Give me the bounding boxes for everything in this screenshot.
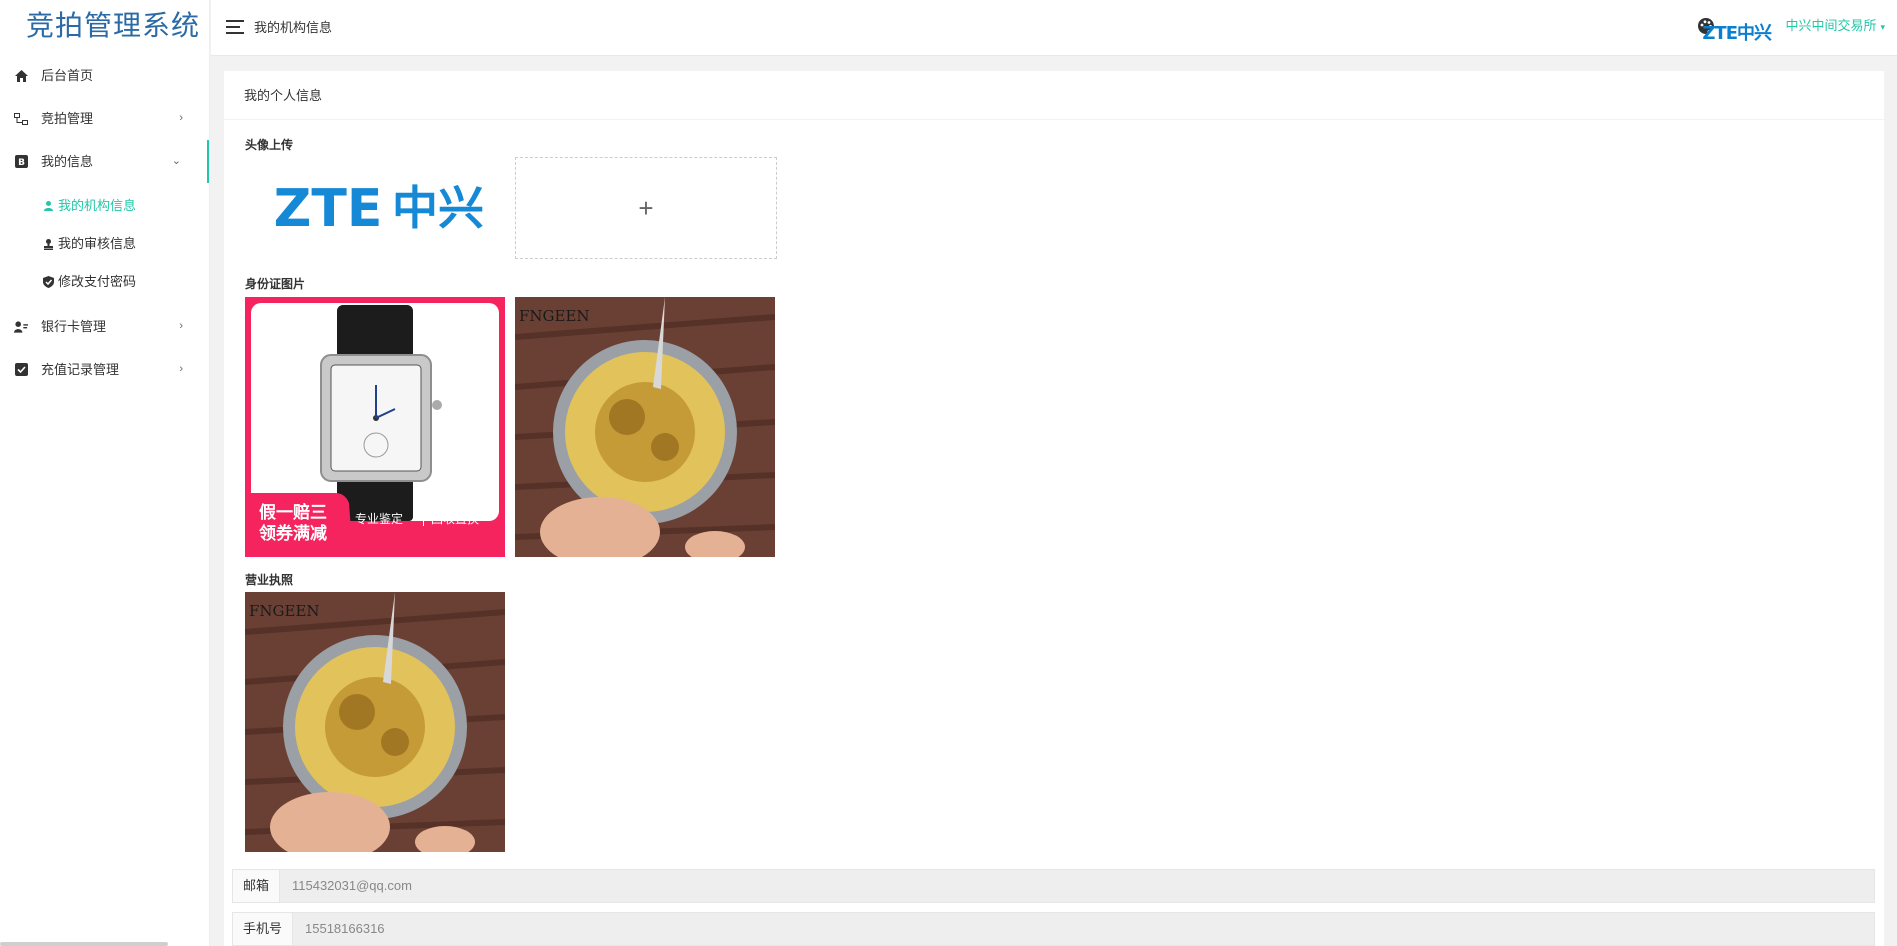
sidebar-subitem-label: 我的审核信息 <box>58 236 137 251</box>
check-square-icon <box>14 348 28 391</box>
breadcrumb: 我的机构信息 <box>254 20 333 35</box>
promo-tag-1: 专业鉴定 <box>355 511 403 526</box>
sidebar-item-label: 银行卡管理 <box>41 319 107 334</box>
user-icon <box>42 187 54 225</box>
id-card-image-front[interactable]: 假一赔三 领券满减 专业鉴定 回收置换 <box>245 297 505 557</box>
id-card-image-back[interactable]: FNGEEN <box>515 297 775 557</box>
user-menu[interactable]: 中兴中间交易所 ▾ <box>1785 0 1885 53</box>
avatar-logo-latin: ZTE <box>274 179 383 239</box>
sidebar-item-label: 我的信息 <box>41 154 94 169</box>
sidebar-item-my-info[interactable]: B 我的信息 ⌄ <box>0 140 209 183</box>
plus-icon: + <box>638 192 654 223</box>
caret-down-icon: ▾ <box>1880 22 1885 32</box>
email-field-group: 邮箱 <box>232 869 1875 903</box>
upload-avatar-button[interactable]: + <box>515 157 777 259</box>
top-header: 我的机构信息 ZTE中兴 中兴中间交易所 ▾ <box>211 0 1897 56</box>
chevron-right-icon: › <box>179 363 183 375</box>
app-title: 竞拍管理系统 <box>26 9 201 42</box>
chevron-right-icon: › <box>179 112 183 124</box>
sidebar-submenu: 我的机构信息 我的审核信息 修改支付密码 <box>0 183 209 301</box>
bold-b-icon: B <box>14 140 28 183</box>
phone-field-group: 手机号 <box>232 912 1875 946</box>
sidebar-item-label: 充值记录管理 <box>41 362 120 377</box>
menu-toggle-icon[interactable] <box>226 20 244 34</box>
promo-line-2: 领券满减 <box>259 523 327 544</box>
sidebar-item-bank-card[interactable]: 银行卡管理 › <box>0 305 209 348</box>
chevron-down-icon: ⌄ <box>171 155 181 167</box>
sidebar-item-auction[interactable]: 竞拍管理 › <box>0 97 209 140</box>
sidebar-subitem-review-info[interactable]: 我的审核信息 <box>0 225 209 263</box>
avatar-section-label: 头像上传 <box>245 138 294 152</box>
sidebar-item-label: 后台首页 <box>41 68 94 83</box>
svg-text:B: B <box>18 158 25 168</box>
license-section-label: 营业执照 <box>245 573 294 587</box>
avatar-image[interactable]: ZTE 中兴 <box>245 157 505 259</box>
email-label: 邮箱 <box>233 870 280 902</box>
user-name: 中兴中间交易所 <box>1785 18 1877 33</box>
user-card-icon <box>14 305 28 348</box>
watch-brand-text: FNGEEN <box>249 602 320 620</box>
avatar-logo-cjk: 中兴 <box>392 181 484 235</box>
sidebar-item-label: 竞拍管理 <box>41 111 94 126</box>
sidebar-item-dashboard[interactable]: 后台首页 <box>0 54 209 97</box>
promo-line-1: 假一赔三 <box>259 502 327 523</box>
sidebar-subitem-label: 我的机构信息 <box>58 198 137 213</box>
sidebar-subitem-label: 修改支付密码 <box>58 274 137 289</box>
sidebar: 竞拍管理系统 后台首页 竞拍管理 › B 我的信息 ⌄ 我的机构信息 我的审核信… <box>0 0 210 946</box>
business-license-image[interactable]: FNGEEN <box>245 592 505 852</box>
chevron-right-icon: › <box>179 320 183 332</box>
sidebar-subitem-org-info[interactable]: 我的机构信息 <box>0 187 209 225</box>
phone-label: 手机号 <box>233 913 293 945</box>
shield-check-icon <box>42 263 54 301</box>
sidebar-subitem-payment-password[interactable]: 修改支付密码 <box>0 263 209 301</box>
email-field[interactable] <box>280 870 1874 902</box>
phone-field[interactable] <box>293 913 1874 945</box>
id-card-section-label: 身份证图片 <box>245 277 306 291</box>
sidebar-scrollbar[interactable] <box>0 942 168 946</box>
home-icon <box>14 54 28 97</box>
sitemap-icon <box>14 97 28 140</box>
card-title: 我的个人信息 <box>224 71 1884 120</box>
brand-logo: ZTE中兴 <box>1702 23 1772 44</box>
watch-brand-text: FNGEEN <box>519 307 590 325</box>
profile-card: 我的个人信息 头像上传 ZTE 中兴 + 身份证图片 假一赔三 领券满减 专业鉴… <box>224 71 1884 946</box>
stamp-icon <box>42 225 54 263</box>
sidebar-item-recharge[interactable]: 充值记录管理 › <box>0 348 209 391</box>
promo-tag-2: 回收置换 <box>431 512 479 526</box>
